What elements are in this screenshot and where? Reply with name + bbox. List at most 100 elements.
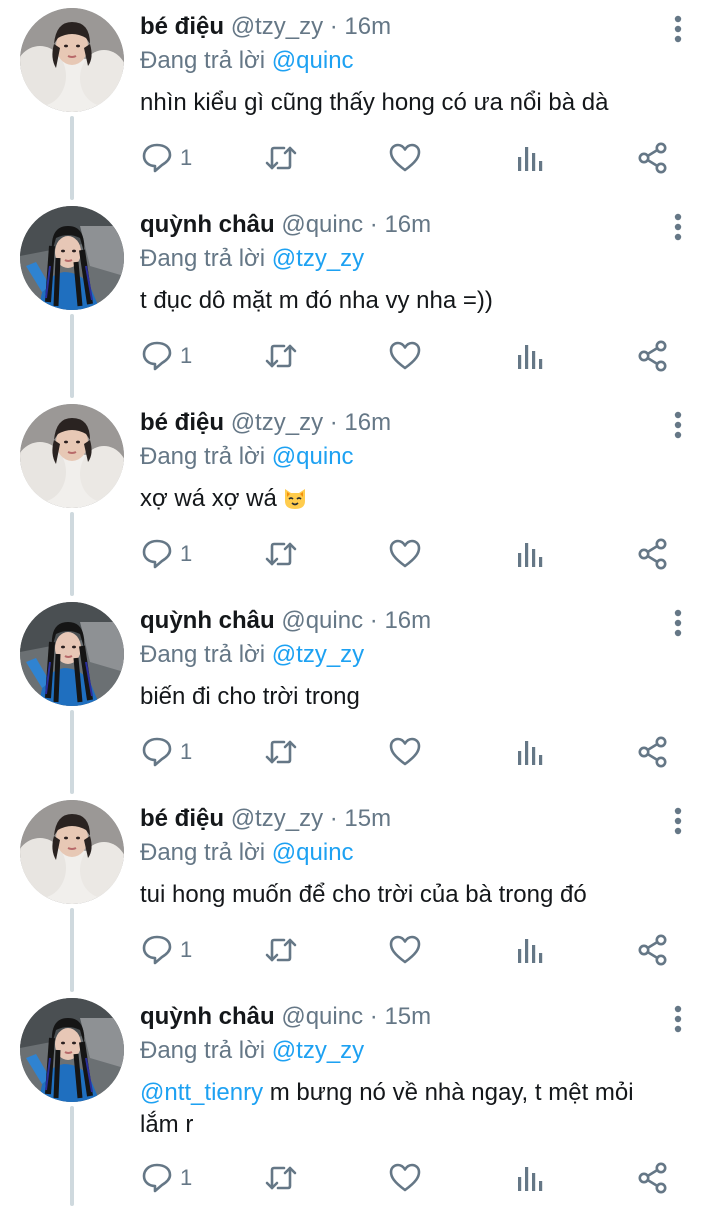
retweet-button[interactable]	[264, 138, 298, 178]
analytics-button[interactable]	[512, 138, 546, 178]
retweet-button[interactable]	[264, 534, 298, 574]
tweet-header: bé điệu @tzy_zy · 15m	[140, 802, 680, 836]
tweet-header: quỳnh châu @quinc · 15m	[140, 1000, 680, 1034]
analytics-icon	[518, 939, 543, 963]
more-options-button[interactable]	[666, 14, 690, 44]
display-name[interactable]: quỳnh châu	[140, 211, 275, 238]
like-button[interactable]	[388, 930, 422, 970]
like-button[interactable]	[388, 138, 422, 178]
share-button[interactable]	[636, 930, 670, 970]
replying-to-mention[interactable]: @tzy_zy	[272, 245, 364, 272]
reply-icon	[142, 1163, 172, 1193]
replying-to-mention[interactable]: @quinc	[272, 443, 354, 470]
replying-to-mention[interactable]: @quinc	[272, 47, 354, 74]
avatar-braids-blue-image	[20, 602, 124, 706]
reply-tweet[interactable]: quỳnh châu @quinc · 15m Đang trả lời @tz…	[0, 990, 720, 1206]
reply-tweet[interactable]: bé điệu @tzy_zy · 15m Đang trả lời @quin…	[0, 792, 720, 990]
analytics-button[interactable]	[512, 336, 546, 376]
reply-tweet[interactable]: bé điệu @tzy_zy · 16m Đang trả lời @quin…	[0, 396, 720, 594]
user-handle[interactable]: @tzy_zy	[231, 13, 323, 40]
heart-icon	[389, 539, 421, 568]
more-vertical-icon	[674, 807, 682, 835]
display-name[interactable]: quỳnh châu	[140, 1003, 275, 1030]
retweet-button[interactable]	[264, 930, 298, 970]
tweet-text: @ntt_tienry m bưng nó về nhà ngay, t mệt…	[140, 1077, 660, 1141]
share-icon	[638, 1162, 667, 1194]
heart-icon	[389, 341, 421, 370]
user-handle[interactable]: @quinc	[281, 607, 363, 634]
avatar[interactable]	[20, 8, 124, 112]
like-button[interactable]	[388, 732, 422, 772]
timestamp[interactable]: 16m	[384, 211, 431, 238]
retweet-icon	[265, 740, 297, 764]
retweet-button[interactable]	[264, 1158, 298, 1198]
reply-icon	[142, 143, 172, 173]
more-options-button[interactable]	[666, 410, 690, 440]
like-button[interactable]	[388, 534, 422, 574]
reply-count: 1	[180, 343, 193, 368]
display-name[interactable]: bé điệu	[140, 805, 224, 832]
share-button[interactable]	[636, 138, 670, 178]
reply-button[interactable]: 1	[140, 732, 192, 772]
more-options-button[interactable]	[666, 608, 690, 638]
avatar[interactable]	[20, 998, 124, 1102]
replying-to-label: Đang trả lời	[140, 839, 266, 866]
replying-to-mention[interactable]: @tzy_zy	[272, 1037, 364, 1064]
tweet-text-mention[interactable]: @ntt_tienry	[140, 1079, 263, 1106]
action-bar: 1	[140, 1158, 700, 1198]
reply-button[interactable]: 1	[140, 138, 192, 178]
replying-to-line: Đang trả lời @quinc	[140, 836, 680, 870]
reply-tweet[interactable]: quỳnh châu @quinc · 16m Đang trả lời @tz…	[0, 198, 720, 396]
retweet-button[interactable]	[264, 336, 298, 376]
share-button[interactable]	[636, 336, 670, 376]
timestamp[interactable]: 15m	[384, 1003, 431, 1030]
like-button[interactable]	[388, 336, 422, 376]
timestamp[interactable]: 15m	[344, 805, 391, 832]
timestamp[interactable]: 16m	[344, 13, 391, 40]
analytics-button[interactable]	[512, 732, 546, 772]
display-name[interactable]: bé điệu	[140, 409, 224, 436]
user-handle[interactable]: @quinc	[281, 211, 363, 238]
display-name[interactable]: quỳnh châu	[140, 607, 275, 634]
display-name[interactable]: bé điệu	[140, 13, 224, 40]
reply-icon	[142, 539, 172, 569]
separator-dot: ·	[329, 805, 338, 832]
analytics-button[interactable]	[512, 1158, 546, 1198]
timestamp[interactable]: 16m	[384, 607, 431, 634]
avatar[interactable]	[20, 206, 124, 310]
reply-button[interactable]: 1	[140, 930, 192, 970]
retweet-button[interactable]	[264, 732, 298, 772]
share-icon	[638, 142, 667, 174]
more-vertical-icon	[674, 609, 682, 637]
replying-to-line: Đang trả lời @quinc	[140, 440, 680, 474]
user-handle[interactable]: @tzy_zy	[231, 409, 323, 436]
user-handle[interactable]: @tzy_zy	[231, 805, 323, 832]
avatar-white-fur-image	[20, 800, 124, 904]
share-icon	[638, 736, 667, 768]
avatar[interactable]	[20, 404, 124, 508]
like-button[interactable]	[388, 1158, 422, 1198]
user-handle[interactable]: @quinc	[281, 1003, 363, 1030]
reply-tweet[interactable]: bé điệu @tzy_zy · 16m Đang trả lời @quin…	[0, 0, 720, 198]
analytics-button[interactable]	[512, 930, 546, 970]
reply-button[interactable]: 1	[140, 1158, 192, 1198]
reply-icon	[142, 341, 172, 371]
replying-to-mention[interactable]: @tzy_zy	[272, 641, 364, 668]
avatar[interactable]	[20, 602, 124, 706]
timestamp[interactable]: 16m	[344, 409, 391, 436]
avatar[interactable]	[20, 800, 124, 904]
more-options-button[interactable]	[666, 1004, 690, 1034]
tweet-text: biến đi cho trời trong	[140, 683, 360, 710]
reply-button[interactable]: 1	[140, 534, 192, 574]
avatar-white-fur-image	[20, 404, 124, 508]
analytics-button[interactable]	[512, 534, 546, 574]
replying-to-mention[interactable]: @quinc	[272, 839, 354, 866]
share-button[interactable]	[636, 534, 670, 574]
reply-tweet[interactable]: quỳnh châu @quinc · 16m Đang trả lời @tz…	[0, 594, 720, 792]
reply-button[interactable]: 1	[140, 336, 192, 376]
more-options-button[interactable]	[666, 212, 690, 242]
separator-dot: ·	[329, 13, 338, 40]
share-button[interactable]	[636, 732, 670, 772]
share-button[interactable]	[636, 1158, 670, 1198]
more-options-button[interactable]	[666, 806, 690, 836]
